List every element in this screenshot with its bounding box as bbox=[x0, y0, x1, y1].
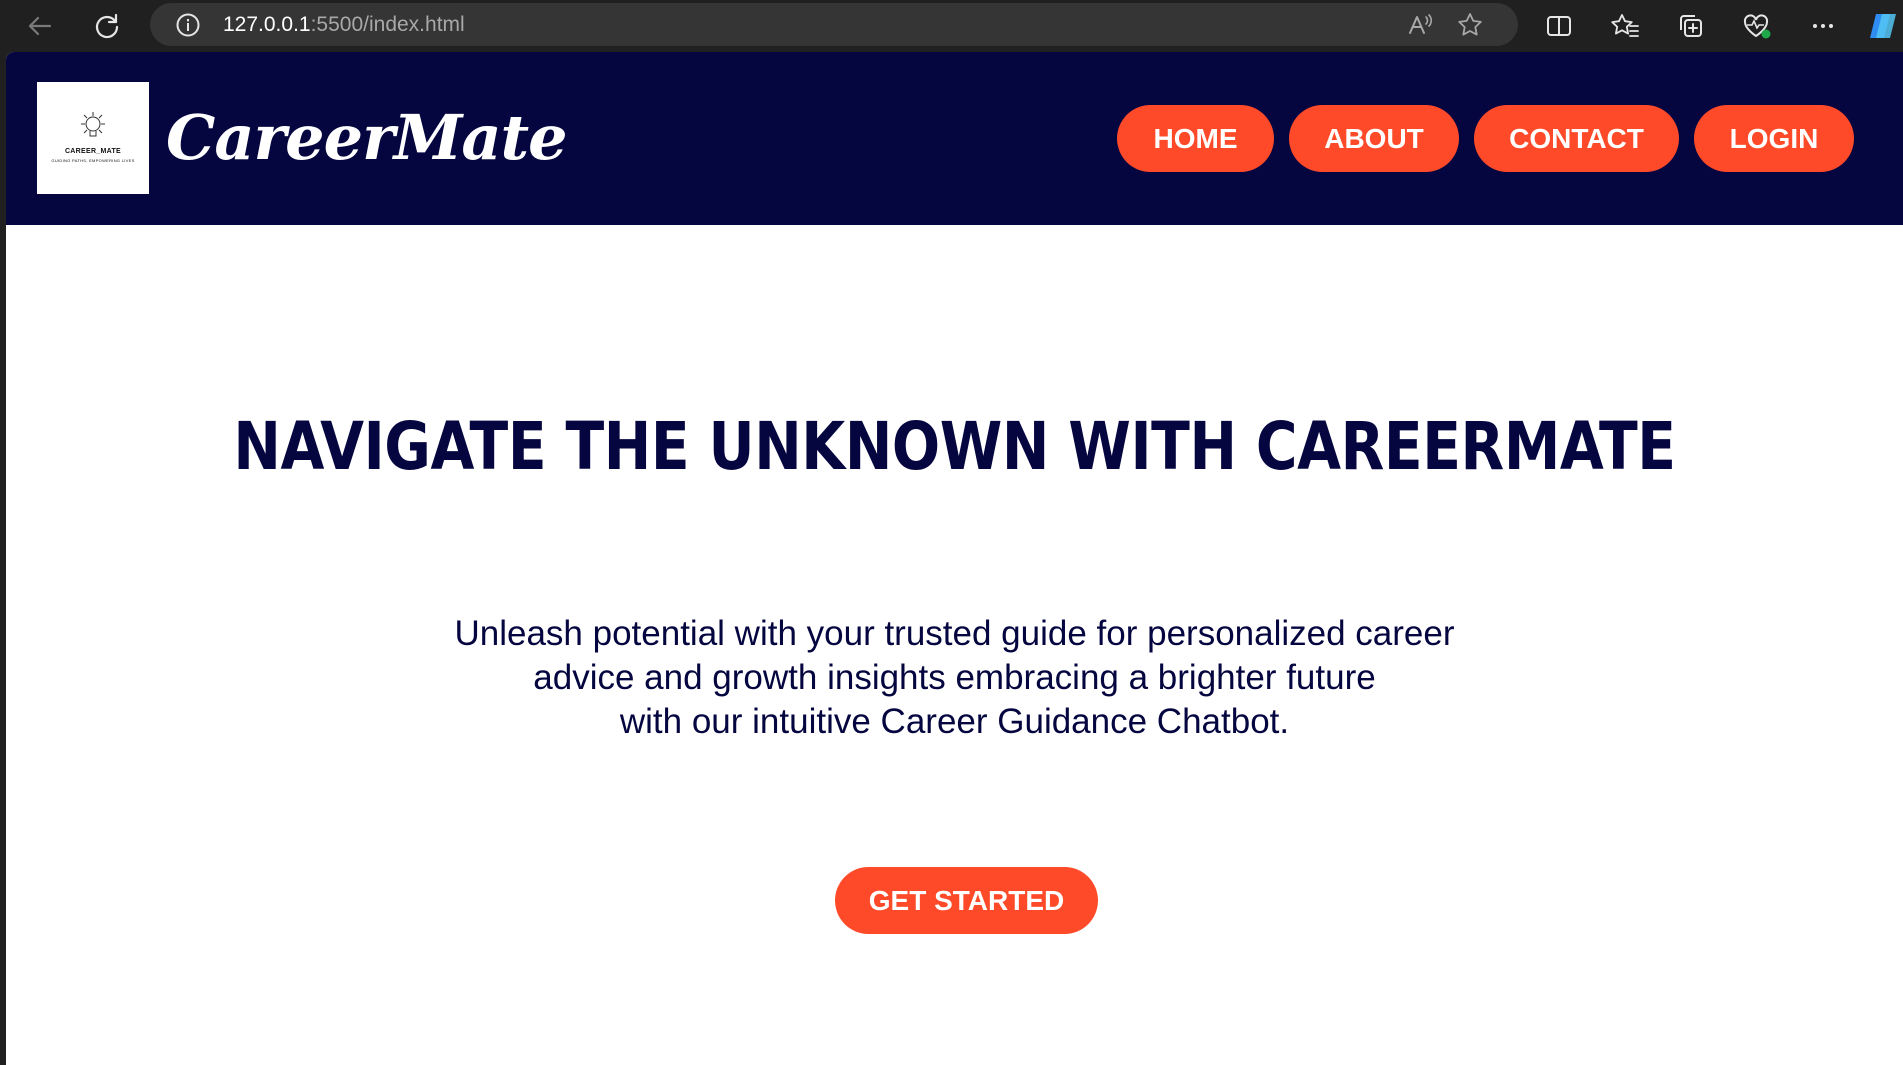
lightbulb-icon bbox=[81, 112, 105, 137]
hero-description-line: Unleash potential with your trusted guid… bbox=[454, 614, 1455, 653]
url-text[interactable]: 127.0.0.1:5500/index.html bbox=[223, 3, 465, 46]
url-path: :5500/index.html bbox=[310, 13, 465, 36]
nav-contact-button[interactable]: CONTACT bbox=[1474, 105, 1679, 172]
nav-home-button[interactable]: HOME bbox=[1117, 105, 1274, 172]
favorites-icon[interactable] bbox=[1605, 6, 1645, 46]
logo-text: CAREER_MATE bbox=[64, 148, 122, 155]
read-aloud-icon[interactable] bbox=[1400, 5, 1440, 45]
address-bar[interactable]: 127.0.0.1:5500/index.html bbox=[150, 3, 1518, 46]
browser-toolbar: 127.0.0.1:5500/index.html bbox=[0, 0, 1903, 52]
url-host: 127.0.0.1 bbox=[223, 13, 311, 36]
navbar: CAREER_MATE GUIDING PATHS, EMPOWERING LI… bbox=[6, 52, 1903, 225]
browser-essentials-icon[interactable] bbox=[1737, 6, 1777, 46]
logo-tagline: GUIDING PATHS, EMPOWERING LIVES bbox=[51, 158, 135, 163]
nav-about-button[interactable]: ABOUT bbox=[1289, 105, 1459, 172]
more-icon[interactable] bbox=[1803, 6, 1843, 46]
hero-description: Unleash potential with your trusted guid… bbox=[6, 612, 1903, 744]
hero-description-line: advice and growth insights embracing a b… bbox=[533, 658, 1376, 697]
brand-name[interactable]: CareerMate bbox=[166, 90, 568, 186]
page-viewport: CAREER_MATE GUIDING PATHS, EMPOWERING LI… bbox=[6, 52, 1903, 1065]
back-icon[interactable] bbox=[20, 6, 60, 46]
hero-description-line: with our intuitive Career Guidance Chatb… bbox=[619, 702, 1290, 741]
get-started-button[interactable]: GET STARTED bbox=[835, 867, 1098, 934]
split-screen-icon[interactable] bbox=[1539, 6, 1579, 46]
refresh-icon[interactable] bbox=[87, 6, 127, 46]
collections-icon[interactable] bbox=[1671, 6, 1711, 46]
nav-login-button[interactable]: LOGIN bbox=[1694, 105, 1854, 172]
hero-title: NAVIGATE THE UNKNOWN WITH CAREERMATE bbox=[233, 408, 1676, 485]
favorite-star-icon[interactable] bbox=[1450, 5, 1490, 45]
copilot-icon[interactable] bbox=[1864, 6, 1903, 46]
info-icon[interactable] bbox=[168, 5, 208, 45]
logo[interactable]: CAREER_MATE GUIDING PATHS, EMPOWERING LI… bbox=[37, 82, 149, 194]
